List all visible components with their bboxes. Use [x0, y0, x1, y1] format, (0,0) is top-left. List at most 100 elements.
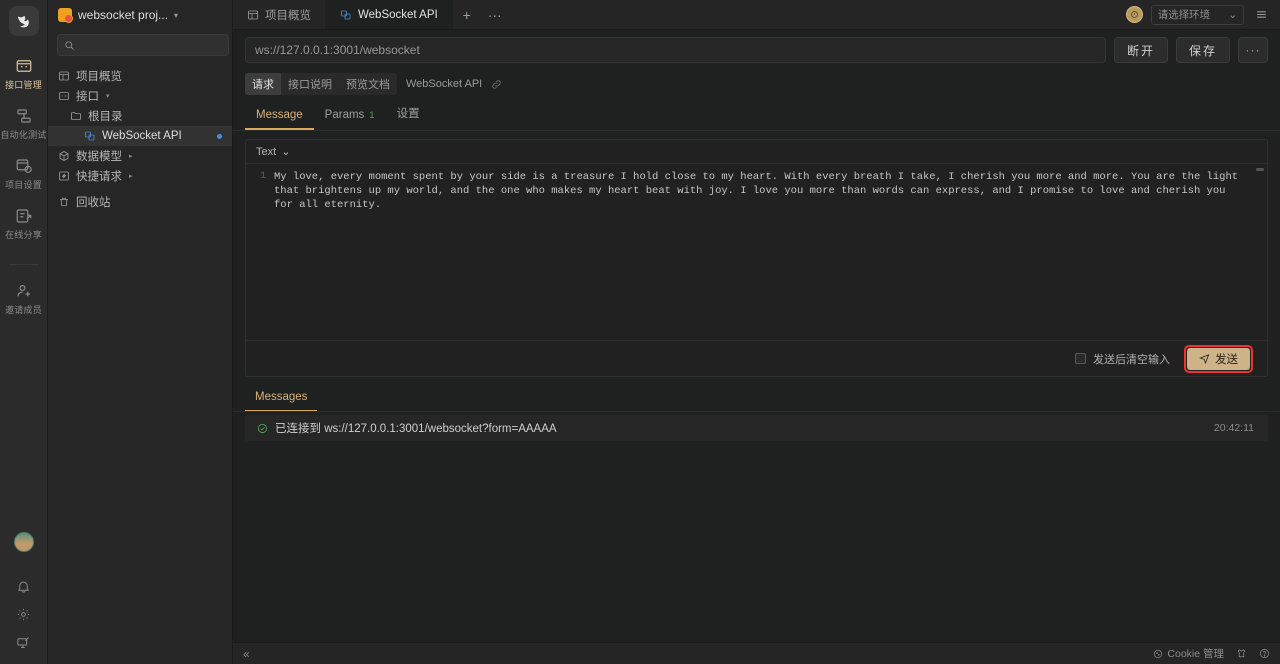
url-bar: 断开 保存 ··· — [233, 30, 1280, 70]
project-icon — [58, 8, 72, 22]
chevron-double-left-icon[interactable]: « — [243, 647, 249, 661]
chevron-down-icon[interactable]: ▾ — [174, 11, 178, 20]
segment-preview-doc[interactable]: 预览文档 — [339, 73, 397, 95]
chevron-down-icon[interactable]: ▾ — [106, 92, 110, 100]
tree-item-overview[interactable]: 项目概览 — [48, 66, 232, 86]
line-number: 1 — [246, 170, 266, 184]
theme-icon — [1236, 648, 1247, 659]
tab-messages[interactable]: Messages — [245, 389, 317, 412]
rail-item-label: 项目设置 — [5, 178, 42, 191]
logo-icon — [15, 13, 32, 30]
data-model-icon — [58, 150, 70, 162]
left-rail: 接口管理 自动化测试 项目设置 在线分享 邀请成员 — [0, 0, 48, 664]
trash-icon — [58, 196, 70, 208]
rail-item-online-share[interactable]: 在线分享 — [0, 200, 48, 246]
tree-item-label: 快捷请求 — [76, 168, 122, 184]
chevron-right-icon[interactable]: ▸ — [129, 152, 133, 160]
rail-item-project-settings[interactable]: 项目设置 — [0, 150, 48, 196]
url-more-button[interactable]: ··· — [1238, 37, 1268, 63]
cookie-label: Cookie 管理 — [1167, 646, 1224, 661]
tab-label: 设置 — [397, 105, 420, 121]
save-button[interactable]: 保存 — [1176, 37, 1230, 63]
search-box[interactable] — [57, 34, 229, 56]
hamburger-icon[interactable] — [1252, 6, 1270, 24]
tab-websocket-api[interactable]: WebSocket API — [326, 0, 453, 29]
chevron-down-icon: ⌄ — [1228, 9, 1237, 21]
help-icon — [1259, 648, 1270, 659]
api-name-label: WebSocket API — [406, 78, 482, 90]
help-button[interactable] — [1259, 648, 1270, 659]
messages-divider — [233, 411, 1280, 412]
chevron-right-icon[interactable]: ▸ — [129, 172, 133, 180]
tab-settings[interactable]: 设置 — [386, 101, 431, 130]
rail-divider — [9, 264, 39, 265]
tab-label: WebSocket API — [358, 9, 438, 21]
feedback-icon[interactable] — [6, 628, 42, 656]
link-icon[interactable] — [491, 79, 502, 90]
rail-item-invite-member[interactable]: 邀请成员 — [0, 275, 48, 321]
disconnect-button[interactable]: 断开 — [1114, 37, 1168, 63]
bell-icon[interactable] — [6, 572, 42, 600]
editor-scrollbar[interactable] — [1256, 168, 1264, 171]
tab-message[interactable]: Message — [245, 105, 314, 130]
message-editor: Text ⌄ 1 My love, every moment spent by … — [245, 139, 1268, 377]
tree-item-quick-request[interactable]: 快捷请求 ▸ — [48, 166, 232, 186]
checkbox-label: 发送后清空输入 — [1093, 351, 1170, 367]
tab-more-button[interactable]: ··· — [481, 0, 509, 29]
main-area: 项目概览 WebSocket API + ··· 请选择环境 ⌄ — [233, 0, 1280, 664]
tab-label: 项目概览 — [265, 7, 311, 23]
websocket-icon — [340, 9, 352, 21]
tree-item-websocket-api[interactable]: WebSocket API — [48, 126, 232, 146]
cookie-icon — [1153, 649, 1163, 659]
avatar[interactable] — [14, 532, 34, 552]
new-tab-button[interactable]: + — [453, 0, 481, 29]
content-type-selector[interactable]: Text ⌄ — [256, 145, 290, 158]
rail-item-auto-test[interactable]: 自动化测试 — [0, 100, 48, 146]
tree-item-api[interactable]: 接口 ▾ — [48, 86, 232, 106]
quick-request-icon — [58, 170, 70, 182]
rail-item-api-manage[interactable]: 接口管理 — [0, 50, 48, 96]
tab-project-overview[interactable]: 项目概览 — [233, 0, 326, 29]
project-header[interactable]: websocket proj... ▾ — [48, 0, 232, 30]
online-share-icon — [15, 207, 33, 225]
tree-item-recycle-bin[interactable]: 回收站 — [48, 192, 232, 212]
app-logo[interactable] — [9, 6, 39, 36]
rail-bottom-group — [6, 532, 42, 664]
editor-body[interactable]: 1 My love, every moment spent by your si… — [246, 164, 1267, 340]
messages-section: Messages — [233, 377, 1280, 412]
tab-params[interactable]: Params 1 — [314, 105, 386, 130]
tree-item-label: 项目概览 — [76, 68, 122, 84]
message-text: 已连接到 ws://127.0.0.1:3001/websocket?form=… — [275, 420, 557, 436]
request-subbar: 请求 接口说明 预览文档 WebSocket API — [233, 70, 1280, 101]
project-name: websocket proj... — [78, 8, 168, 22]
rail-item-label: 自动化测试 — [0, 128, 46, 141]
overview-icon — [58, 70, 70, 82]
panel-search-row — [48, 30, 232, 64]
search-input[interactable] — [80, 39, 222, 51]
tree-item-data-model[interactable]: 数据模型 ▸ — [48, 146, 232, 166]
url-input[interactable] — [255, 43, 1096, 57]
content-type-label: Text — [256, 146, 276, 158]
rail-item-label: 邀请成员 — [5, 303, 42, 316]
message-text[interactable]: My love, every moment spent by your side… — [272, 164, 1267, 340]
environment-label: 请选择环境 — [1158, 7, 1211, 22]
message-list-item[interactable]: 已连接到 ws://127.0.0.1:3001/websocket?form=… — [245, 415, 1268, 441]
segment-request[interactable]: 请求 — [245, 73, 281, 95]
tree-item-label: 数据模型 — [76, 148, 122, 164]
cookie-manage-button[interactable]: Cookie 管理 — [1153, 646, 1224, 661]
gear-icon[interactable] — [6, 600, 42, 628]
environment-selector[interactable]: 请选择环境 ⌄ — [1151, 5, 1244, 25]
theme-button[interactable] — [1236, 648, 1247, 659]
segment-api-description[interactable]: 接口说明 — [281, 73, 339, 95]
tree-item-label: 回收站 — [76, 194, 111, 210]
overview-icon — [247, 9, 259, 21]
clear-after-send-checkbox[interactable]: 发送后清空输入 — [1075, 351, 1170, 367]
app-root: 接口管理 自动化测试 项目设置 在线分享 邀请成员 — [0, 0, 1280, 664]
url-field-wrapper[interactable] — [245, 37, 1106, 63]
tree-item-root-folder[interactable]: 根目录 — [48, 106, 232, 126]
send-icon — [1199, 353, 1210, 364]
user-avatar-icon[interactable] — [1126, 6, 1143, 23]
tab-label: Message — [256, 109, 303, 121]
send-button[interactable]: 发送 — [1187, 348, 1250, 370]
tabbar-right-group: 请选择环境 ⌄ — [1126, 0, 1280, 29]
